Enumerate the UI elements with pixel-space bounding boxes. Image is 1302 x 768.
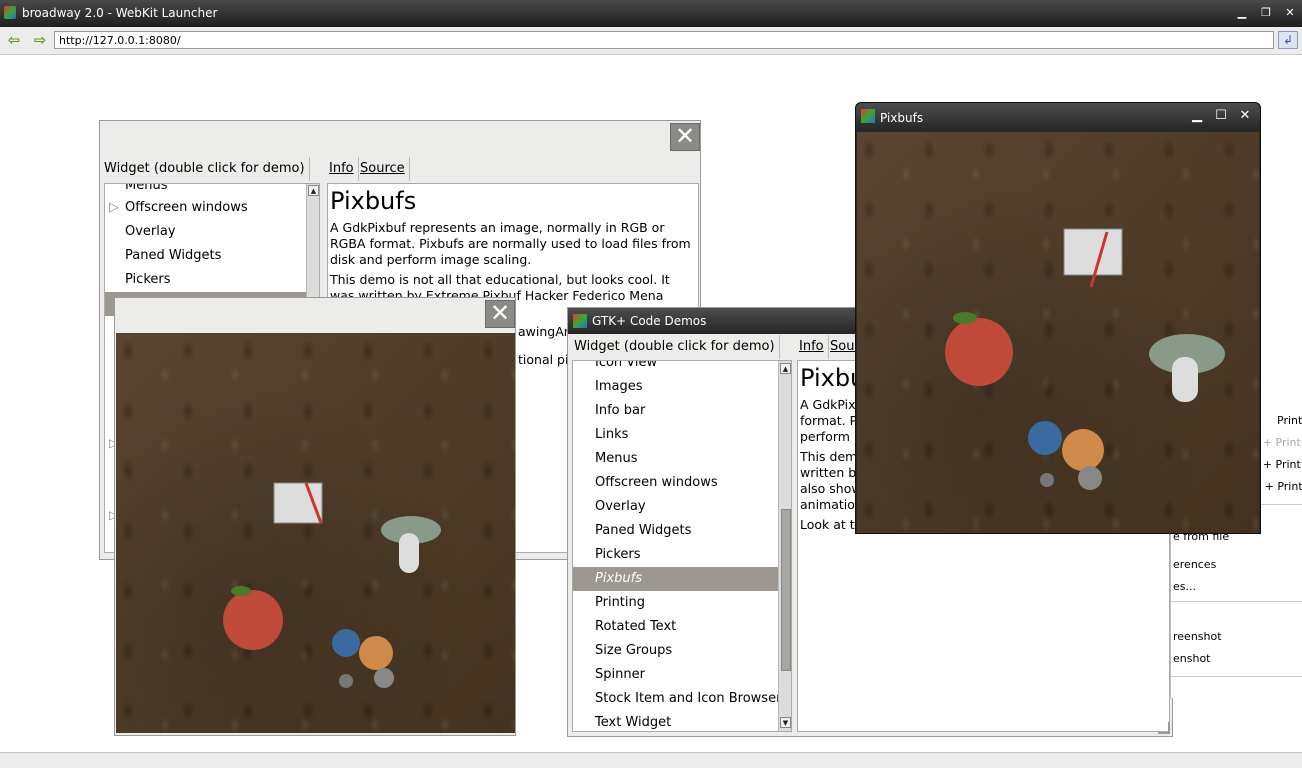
list-item[interactable]: Text Widget (573, 711, 791, 731)
list-item[interactable]: Paned Widgets (105, 244, 319, 268)
pixbufs-window: Pixbufs ▁ ☐ ✕ (855, 102, 1261, 534)
maximize-button[interactable]: ☐ (1212, 107, 1230, 125)
menu-item[interactable]: reenshot (1173, 630, 1302, 650)
mushroom-icon (381, 516, 441, 573)
menu-item[interactable]: ll + Print (1255, 480, 1302, 500)
list-scrollbar[interactable]: ▲ ▼ (778, 361, 791, 731)
pixbuf-canvas (857, 132, 1259, 533)
pixbuf-sprites (223, 482, 441, 688)
tab-source[interactable]: Source (356, 157, 410, 181)
list-item[interactable]: Icon View (573, 361, 791, 375)
menu-item[interactable]: erences (1173, 558, 1302, 578)
menu-item[interactable]: t + Print (1255, 458, 1302, 478)
list-item[interactable]: Rotated Text (573, 615, 791, 639)
mushroom-icon (1149, 334, 1225, 402)
list-item[interactable]: Printing (573, 591, 791, 615)
minimize-button[interactable]: ▁ (1188, 107, 1206, 125)
apple-icon (945, 312, 1013, 386)
list-item[interactable]: Overlay (573, 495, 791, 519)
go-button[interactable]: ↲ (1278, 31, 1298, 49)
minimize-button[interactable]: ▁ (1233, 5, 1251, 22)
list-item[interactable]: Overlay (105, 220, 319, 244)
list-item[interactable]: Info bar (573, 399, 791, 423)
tab-widget[interactable]: Widget (double click for demo) (570, 335, 780, 359)
info-title: Pixbufs (330, 187, 417, 215)
pixbuf-demo-window-left: ✕ (114, 297, 516, 736)
tab-info[interactable]: Info (325, 157, 359, 181)
expander-icon[interactable]: ▷ (109, 200, 119, 215)
list-item[interactable]: Spinner (573, 663, 791, 687)
planets-icon (332, 629, 394, 688)
window-title: broadway 2.0 - WebKit Launcher (22, 6, 218, 20)
status-bar (0, 752, 1302, 768)
window-title: Pixbufs (880, 111, 924, 125)
list-item[interactable]: Pickers (105, 268, 319, 292)
list-item[interactable]: Pickers (573, 543, 791, 567)
close-button[interactable]: ✕ (1281, 5, 1299, 22)
gtk-icon (573, 314, 587, 328)
resize-grip-icon[interactable] (1158, 722, 1170, 734)
restore-button[interactable]: ❐ (1257, 5, 1275, 22)
scroll-up-icon[interactable]: ▲ (780, 363, 791, 374)
addressbook-icon (273, 482, 323, 524)
list-item[interactable]: Paned Widgets (573, 519, 791, 543)
forward-arrow-icon[interactable]: ⇨ (32, 33, 48, 48)
scroll-up-icon[interactable]: ▲ (308, 185, 319, 196)
menu-item[interactable]: Print (1277, 414, 1302, 434)
pixbuf-canvas (116, 333, 515, 733)
demo-list: Icon View Images Info bar Links Menus Offscr… (572, 360, 792, 732)
demo-tabs: Widget (double click for demo) Info Sour… (100, 157, 700, 181)
close-icon[interactable]: ✕ (485, 300, 515, 328)
close-icon[interactable]: ✕ (670, 123, 700, 151)
list-item[interactable]: Stock Item and Icon Browser (573, 687, 791, 711)
menu-item[interactable]: es... (1173, 580, 1302, 600)
apple-icon (223, 586, 283, 650)
gtk-icon (861, 109, 875, 123)
list-item[interactable]: ▷ Offscreen windows (105, 196, 319, 220)
app-icon (4, 6, 16, 19)
planets-icon (1028, 421, 1104, 490)
tab-info[interactable]: Info (795, 335, 829, 359)
menu-separator (1171, 676, 1302, 677)
list-item[interactable]: Links (573, 423, 791, 447)
addressbook-icon (1063, 228, 1123, 288)
navigation-bar: ⇦ ⇨ http://127.0.0.1:8080/ ↲ (0, 27, 1302, 55)
scroll-thumb[interactable] (781, 509, 791, 671)
list-item-selected[interactable]: Pixbufs (573, 567, 791, 591)
list-item[interactable]: Size Groups (573, 639, 791, 663)
info-paragraph: A GdkPixbuf represents an image, normall… (330, 220, 691, 267)
pixbuf-sprites (945, 228, 1225, 490)
close-button[interactable]: ✕ (1236, 107, 1254, 125)
list-item[interactable]: Offscreen windows (573, 471, 791, 495)
back-arrow-icon[interactable]: ⇦ (6, 33, 22, 48)
menu-item[interactable]: t + Print (1255, 436, 1302, 456)
scroll-down-icon[interactable]: ▼ (780, 717, 791, 728)
launcher-title-bar: broadway 2.0 - WebKit Launcher ▁ ❐ ✕ (0, 0, 1302, 27)
tab-widget[interactable]: Widget (double click for demo) (100, 157, 310, 181)
window-title: GTK+ Code Demos (592, 314, 707, 328)
menu-separator (1171, 601, 1302, 602)
list-item[interactable]: Menus (573, 447, 791, 471)
pixbufs-title-bar: Pixbufs ▁ ☐ ✕ (856, 103, 1260, 131)
list-item[interactable]: Images (573, 375, 791, 399)
menu-item[interactable]: enshot (1173, 652, 1302, 672)
url-input[interactable]: http://127.0.0.1:8080/ (54, 31, 1274, 49)
